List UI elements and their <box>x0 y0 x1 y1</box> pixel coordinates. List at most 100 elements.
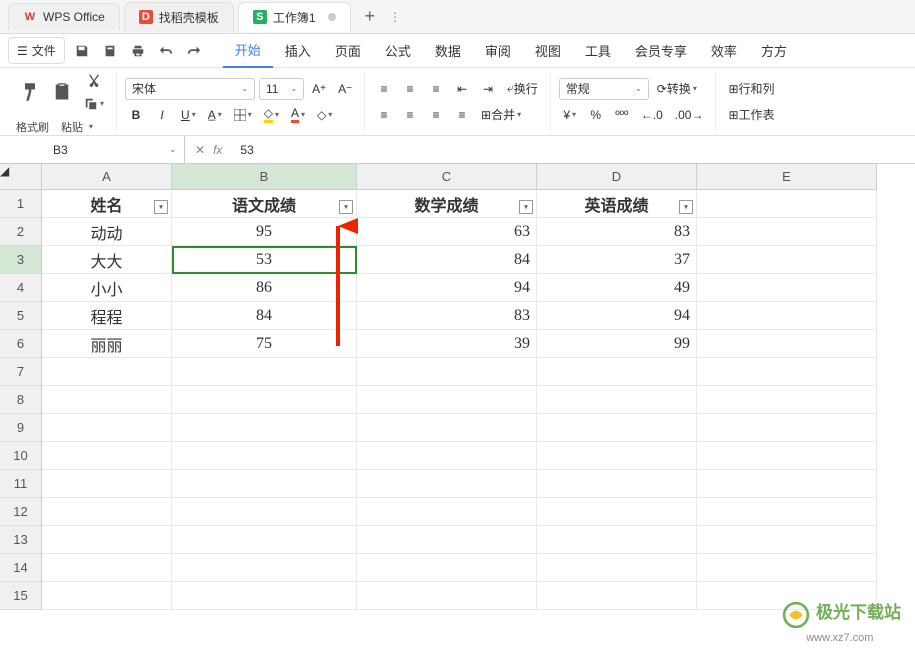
convert-button[interactable]: ⟳转换▾ <box>653 78 701 100</box>
cell[interactable]: 84 <box>357 246 537 274</box>
align-right-button[interactable]: ≡ <box>425 104 447 126</box>
merge-button[interactable]: ⊞合并▾ <box>477 104 525 126</box>
align-center-button[interactable]: ≡ <box>399 104 421 126</box>
cell[interactable] <box>42 470 172 498</box>
copy-button[interactable]: ▾ <box>80 93 108 115</box>
tab-more-icon[interactable]: ⋮ <box>385 10 405 24</box>
fx-icon[interactable]: fx <box>213 143 222 157</box>
align-left-button[interactable]: ≡ <box>373 104 395 126</box>
font-name-select[interactable]: 宋体⌄ <box>125 78 255 100</box>
cut-button[interactable] <box>80 69 108 91</box>
cell[interactable]: 49 <box>537 274 697 302</box>
filter-icon[interactable]: ▾ <box>339 200 353 214</box>
cell[interactable] <box>172 526 357 554</box>
row-header[interactable]: 9 <box>0 414 42 442</box>
cell[interactable] <box>537 442 697 470</box>
cell[interactable] <box>697 246 877 274</box>
row-header[interactable]: 11 <box>0 470 42 498</box>
cell[interactable] <box>172 582 357 610</box>
cell[interactable] <box>537 554 697 582</box>
cell[interactable] <box>537 386 697 414</box>
cell[interactable] <box>172 386 357 414</box>
underline-button[interactable]: U▾ <box>177 104 200 126</box>
cell[interactable] <box>697 442 877 470</box>
cell[interactable]: 83 <box>537 218 697 246</box>
cell[interactable] <box>537 498 697 526</box>
cell[interactable] <box>357 526 537 554</box>
font-size-select[interactable]: 11⌄ <box>259 78 304 100</box>
cell[interactable]: 大大 <box>42 246 172 274</box>
cell[interactable] <box>697 386 877 414</box>
row-header[interactable]: 7 <box>0 358 42 386</box>
cell[interactable]: 53 <box>172 246 357 274</box>
select-all-corner[interactable]: ◢ <box>0 164 42 190</box>
cancel-icon[interactable]: ✕ <box>195 143 205 157</box>
cell[interactable] <box>357 582 537 610</box>
cell[interactable] <box>697 358 877 386</box>
cell[interactable]: 英语成绩▾ <box>537 190 697 218</box>
decimal-decrease-button[interactable]: ←.0 <box>637 104 667 126</box>
tab-wps[interactable]: W WPS Office <box>8 3 120 30</box>
italic-button[interactable]: I <box>151 104 173 126</box>
percent-button[interactable]: % <box>585 104 607 126</box>
cell[interactable]: 75 <box>172 330 357 358</box>
font-decrease-button[interactable]: A− <box>334 78 356 100</box>
row-header[interactable]: 5 <box>0 302 42 330</box>
cell[interactable] <box>357 498 537 526</box>
cell[interactable]: 程程 <box>42 302 172 330</box>
cell[interactable] <box>42 582 172 610</box>
cell[interactable] <box>357 470 537 498</box>
cell[interactable]: 84 <box>172 302 357 330</box>
tab-close-icon[interactable] <box>328 13 336 21</box>
filter-icon[interactable]: ▾ <box>154 200 168 214</box>
cell[interactable]: 94 <box>357 274 537 302</box>
cell[interactable] <box>357 386 537 414</box>
cell[interactable] <box>172 442 357 470</box>
paste-button[interactable] <box>48 79 76 105</box>
decimal-increase-button[interactable]: .00→ <box>671 104 708 126</box>
cell[interactable] <box>172 414 357 442</box>
cell[interactable]: 语文成绩▾ <box>172 190 357 218</box>
cell[interactable] <box>172 554 357 582</box>
cell[interactable] <box>697 190 877 218</box>
export-button[interactable] <box>99 40 121 62</box>
fill-color-button[interactable]: ◇▾ <box>260 104 283 126</box>
cell[interactable] <box>697 274 877 302</box>
cell[interactable]: 39 <box>357 330 537 358</box>
cell[interactable] <box>697 554 877 582</box>
menu-tab-formula[interactable]: 公式 <box>373 34 423 68</box>
cell[interactable] <box>537 470 697 498</box>
cell[interactable] <box>42 358 172 386</box>
menu-tab-page[interactable]: 页面 <box>323 34 373 68</box>
cell[interactable] <box>537 526 697 554</box>
cell[interactable]: 数学成绩▾ <box>357 190 537 218</box>
cell[interactable]: 83 <box>357 302 537 330</box>
cell[interactable] <box>697 218 877 246</box>
cell[interactable] <box>537 414 697 442</box>
row-header[interactable]: 8 <box>0 386 42 414</box>
menu-tab-extra[interactable]: 方方 <box>749 34 799 68</box>
row-header[interactable]: 1 <box>0 190 42 218</box>
cell[interactable]: 86 <box>172 274 357 302</box>
number-format-select[interactable]: 常规⌄ <box>559 78 649 100</box>
menu-tab-tools[interactable]: 工具 <box>573 34 623 68</box>
cell[interactable] <box>537 358 697 386</box>
tab-workbook[interactable]: S 工作簿1 <box>238 2 351 32</box>
menu-tab-view[interactable]: 视图 <box>523 34 573 68</box>
comma-button[interactable]: ººº <box>611 104 633 126</box>
cell[interactable] <box>42 414 172 442</box>
format-painter-button[interactable] <box>16 79 44 105</box>
cell[interactable] <box>172 498 357 526</box>
align-bottom-button[interactable]: ≡ <box>425 78 447 100</box>
menu-tab-efficiency[interactable]: 效率 <box>699 34 749 68</box>
row-header[interactable]: 6 <box>0 330 42 358</box>
col-header[interactable]: C <box>357 164 537 190</box>
cell[interactable]: 37 <box>537 246 697 274</box>
row-header[interactable]: 13 <box>0 526 42 554</box>
menu-tab-insert[interactable]: 插入 <box>273 34 323 68</box>
row-header[interactable]: 10 <box>0 442 42 470</box>
col-header[interactable]: A <box>42 164 172 190</box>
col-header[interactable]: D <box>537 164 697 190</box>
cell[interactable]: 姓名▾ <box>42 190 172 218</box>
worksheet-button[interactable]: ⊞ 工作表 <box>724 104 778 126</box>
